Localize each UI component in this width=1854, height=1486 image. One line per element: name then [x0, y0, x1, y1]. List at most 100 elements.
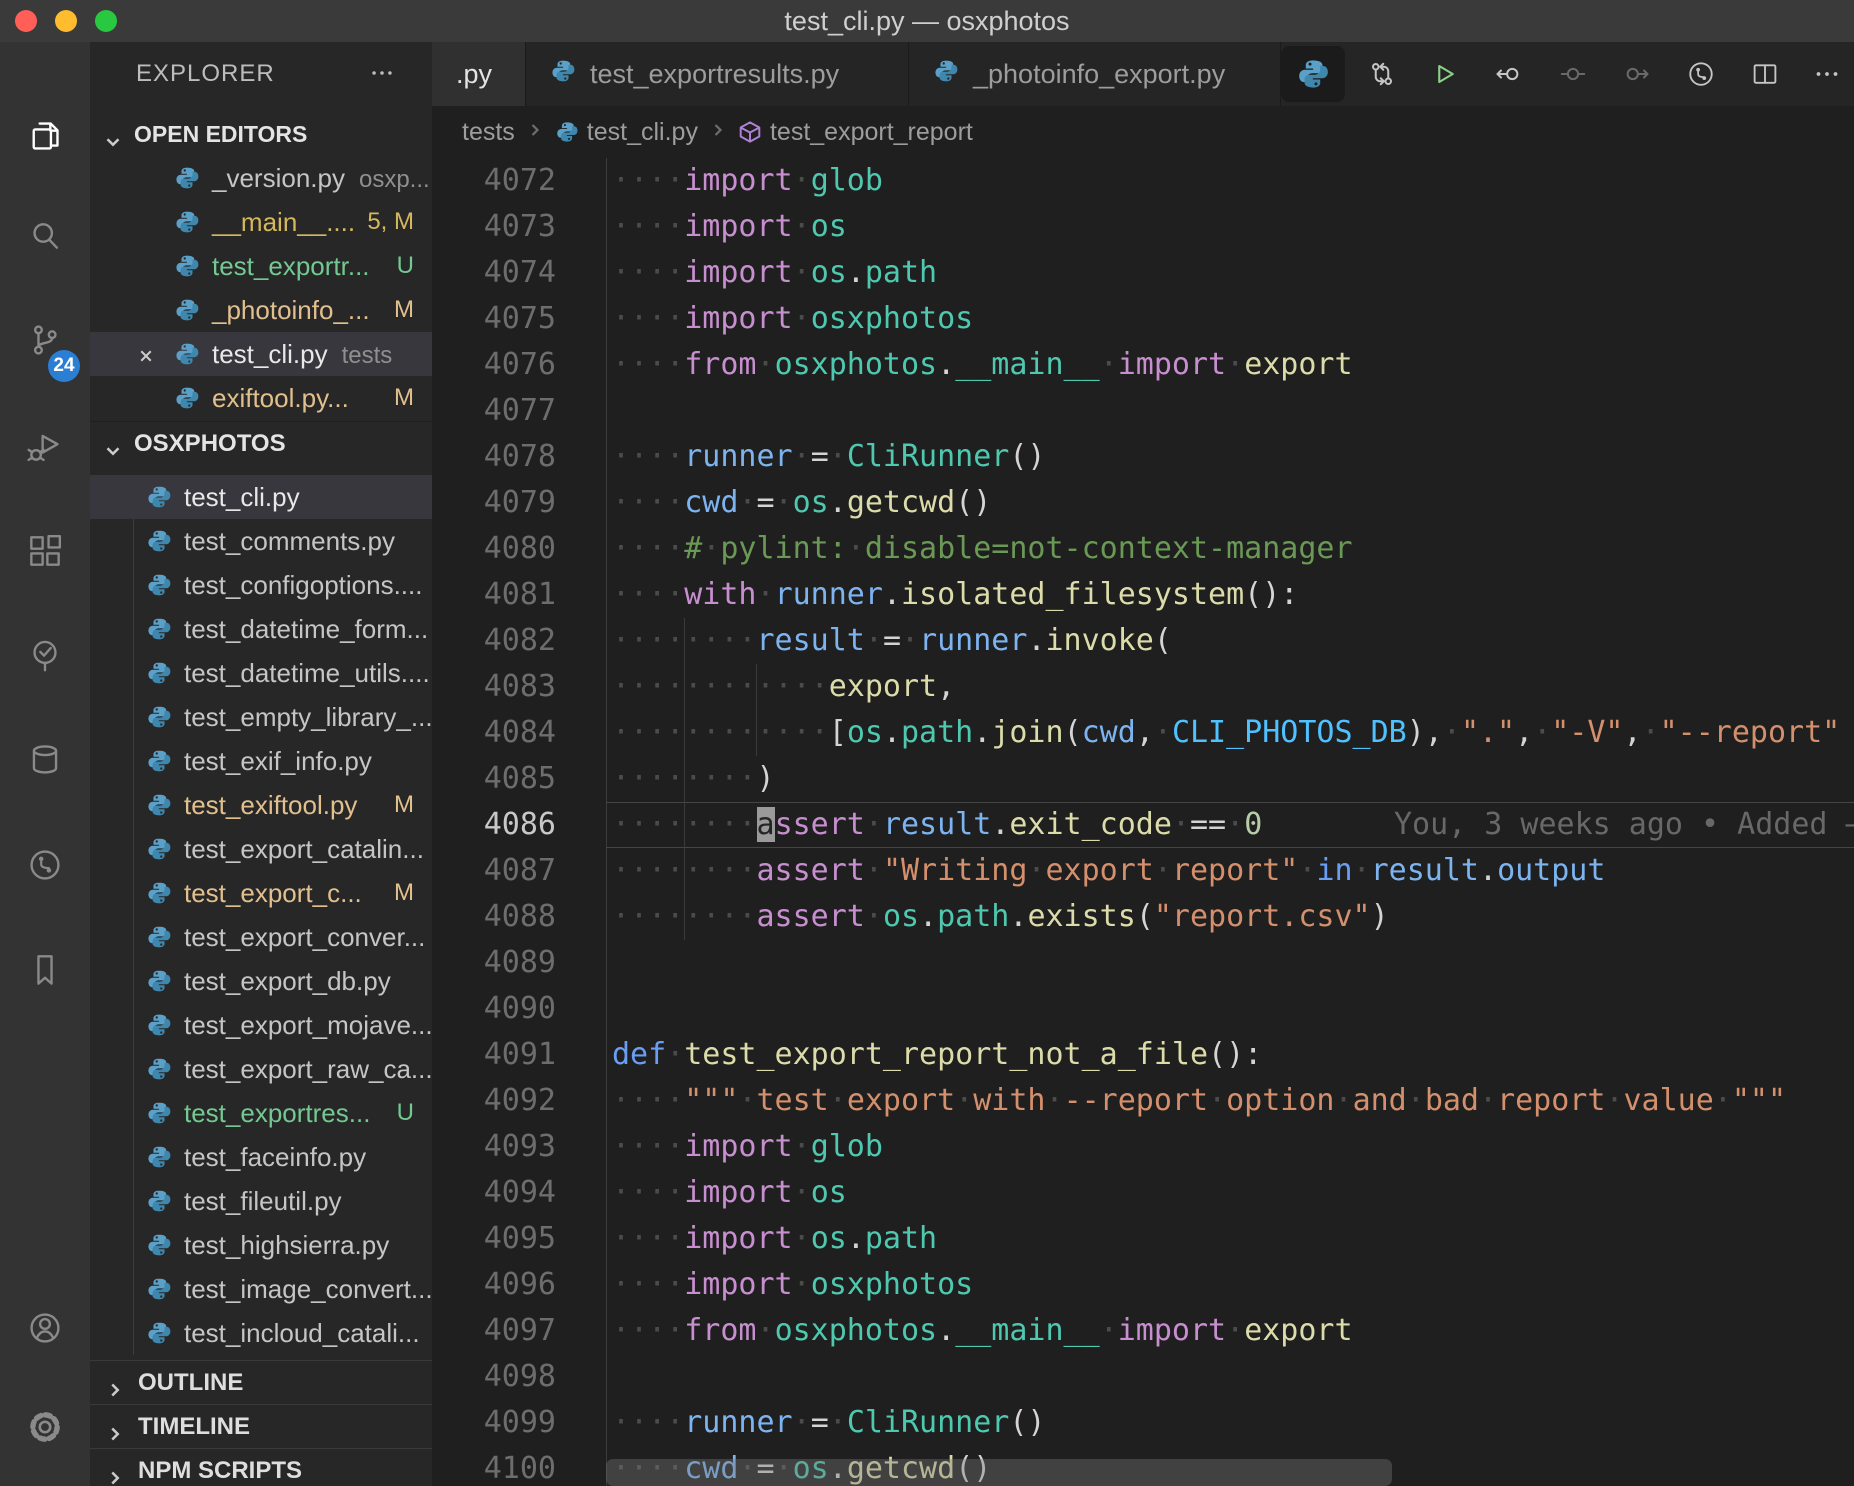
line-number[interactable]: 4100: [432, 1446, 556, 1486]
line-number[interactable]: 4079: [432, 480, 556, 526]
line-number[interactable]: 4072: [432, 158, 556, 204]
compare-changes-icon[interactable]: [1367, 59, 1397, 89]
editor-tab-test_exportresults.py[interactable]: test_exportresults.py: [526, 42, 909, 106]
line-number[interactable]: 4088: [432, 894, 556, 940]
section-npm-scripts[interactable]: NPM SCRIPTS: [90, 1448, 432, 1486]
line-number[interactable]: 4094: [432, 1170, 556, 1216]
horizontal-scrollbar[interactable]: [606, 1459, 1392, 1486]
open-editor-item[interactable]: test_cli.pytests: [90, 332, 432, 376]
code-line[interactable]: 4095····import·os.path: [432, 1216, 1854, 1262]
editor-tab-_photoinfo_export.py[interactable]: _photoinfo_export.py: [909, 42, 1281, 106]
file-tree-item[interactable]: test_cli.py: [90, 475, 432, 519]
section-outline[interactable]: OUTLINE: [90, 1360, 432, 1405]
line-number[interactable]: 4082: [432, 618, 556, 664]
code-line[interactable]: 4074····import·os.path: [432, 250, 1854, 296]
code-line[interactable]: 4082········result·=·runner.invoke(: [432, 618, 1854, 664]
editor-tab-.py[interactable]: .py: [432, 42, 526, 106]
more-actions-icon[interactable]: [368, 59, 396, 92]
section-open-editors[interactable]: OPEN EDITORS: [90, 112, 432, 156]
code-line[interactable]: 4081····with·runner.isolated_filesystem(…: [432, 572, 1854, 618]
code-line[interactable]: 4094····import·os: [432, 1170, 1854, 1216]
file-tree-item[interactable]: test_exif_info.py: [90, 739, 432, 783]
split-editor-icon[interactable]: [1750, 59, 1780, 89]
file-tree-item[interactable]: test_exportres...U: [90, 1091, 432, 1135]
code-line[interactable]: 4090: [432, 986, 1854, 1032]
continue-icon[interactable]: [1558, 59, 1588, 89]
line-number[interactable]: 4077: [432, 388, 556, 434]
line-number[interactable]: 4085: [432, 756, 556, 802]
file-tree-item[interactable]: test_export_mojave...: [90, 1003, 432, 1047]
line-number[interactable]: 4081: [432, 572, 556, 618]
editor[interactable]: 4072····import·glob4073····import·os4074…: [432, 158, 1854, 1486]
code-line[interactable]: 4079····cwd·=·os.getcwd(): [432, 480, 1854, 526]
code-line[interactable]: 4099····runner·=·CliRunner(): [432, 1400, 1854, 1446]
file-tree-item[interactable]: test_highsierra.py: [90, 1223, 432, 1267]
activity-item-bookmarks[interactable]: [0, 924, 90, 1016]
code-line[interactable]: 4092····"""·test·export·with·--report·op…: [432, 1078, 1854, 1124]
line-number[interactable]: 4074: [432, 250, 556, 296]
file-tree-item[interactable]: test_export_db.py: [90, 959, 432, 1003]
line-number[interactable]: 4083: [432, 664, 556, 710]
activity-item-git-graph[interactable]: [0, 819, 90, 911]
open-editor-item[interactable]: _photoinfo_...M: [90, 288, 432, 332]
code-line[interactable]: 4087········assert·"Writing·export·repor…: [432, 848, 1854, 894]
activity-item-extensions[interactable]: [0, 505, 90, 597]
code-line[interactable]: 4091def·test_export_report_not_a_file():: [432, 1032, 1854, 1078]
line-number[interactable]: 4098: [432, 1354, 556, 1400]
code-line[interactable]: 4076····from·osxphotos.__main__·import·e…: [432, 342, 1854, 388]
editor-more-actions-icon[interactable]: [1812, 59, 1842, 89]
file-tree-item[interactable]: test_export_c...M: [90, 871, 432, 915]
file-tree-item[interactable]: test_empty_library_...: [90, 695, 432, 739]
step-out-icon[interactable]: [1622, 59, 1652, 89]
activity-item-test-explorer[interactable]: [0, 610, 90, 702]
open-editor-item[interactable]: __main__....5, M: [90, 200, 432, 244]
activity-item-database[interactable]: [0, 714, 90, 806]
line-number[interactable]: 4096: [432, 1262, 556, 1308]
file-tree-item[interactable]: test_faceinfo.py: [90, 1135, 432, 1179]
file-tree-item[interactable]: test_export_catalin...: [90, 827, 432, 871]
code-line[interactable]: 4085········): [432, 756, 1854, 802]
breadcrumb-item-test_export_report[interactable]: test_export_report: [738, 118, 973, 147]
code-line[interactable]: 4086········assert·result.exit_code·==·0…: [432, 802, 1854, 848]
line-number[interactable]: 4092: [432, 1078, 556, 1124]
file-tree-item[interactable]: test_exiftool.pyM: [90, 783, 432, 827]
line-number[interactable]: 4087: [432, 848, 556, 894]
code-line[interactable]: 4078····runner·=·CliRunner(): [432, 434, 1854, 480]
code-line[interactable]: 4073····import·os: [432, 204, 1854, 250]
line-number[interactable]: 4091: [432, 1032, 556, 1078]
code-line[interactable]: 4075····import·osxphotos: [432, 296, 1854, 342]
run-file-icon[interactable]: [1429, 59, 1459, 89]
activity-item-account[interactable]: [0, 1282, 90, 1374]
code-line[interactable]: 4077: [432, 388, 1854, 434]
step-back-icon[interactable]: [1493, 59, 1523, 89]
line-number[interactable]: 4097: [432, 1308, 556, 1354]
code-line[interactable]: 4084············[os.path.join(cwd,·CLI_P…: [432, 710, 1854, 756]
section-osxphotos[interactable]: OSXPHOTOS: [90, 421, 432, 466]
code-line[interactable]: 4072····import·glob: [432, 158, 1854, 204]
file-tree-item[interactable]: test_comments.py: [90, 519, 432, 563]
code-line[interactable]: 4096····import·osxphotos: [432, 1262, 1854, 1308]
code-line[interactable]: 4089: [432, 940, 1854, 986]
line-number[interactable]: 4090: [432, 986, 556, 1032]
breadcrumb-item-tests[interactable]: tests: [462, 118, 515, 147]
activity-item-run-debug[interactable]: [0, 400, 90, 492]
open-editor-item[interactable]: test_exportr...U: [90, 244, 432, 288]
line-number[interactable]: 4076: [432, 342, 556, 388]
line-number[interactable]: 4073: [432, 204, 556, 250]
code-line[interactable]: 4083············export,: [432, 664, 1854, 710]
code-line[interactable]: 4097····from·osxphotos.__main__·import·e…: [432, 1308, 1854, 1354]
file-tree-item[interactable]: test_incloud_catali...: [90, 1311, 432, 1355]
activity-item-settings[interactable]: [0, 1381, 90, 1473]
activity-item-source-control[interactable]: 24: [0, 294, 90, 386]
line-number[interactable]: 4093: [432, 1124, 556, 1170]
breadcrumb-item-test_cli.py[interactable]: test_cli.py: [555, 118, 698, 147]
code-line[interactable]: 4098: [432, 1354, 1854, 1400]
line-number[interactable]: 4089: [432, 940, 556, 986]
open-editor-item[interactable]: _version.pyosxp...: [90, 156, 432, 200]
file-tree-item[interactable]: test_fileutil.py: [90, 1179, 432, 1223]
file-tree-item[interactable]: test_datetime_form...: [90, 607, 432, 651]
code-line[interactable]: 4088········assert·os.path.exists("repor…: [432, 894, 1854, 940]
file-tree-item[interactable]: test_datetime_utils....: [90, 651, 432, 695]
line-number[interactable]: 4080: [432, 526, 556, 572]
code-line[interactable]: 4080····#·pylint:·disable=not-context-ma…: [432, 526, 1854, 572]
